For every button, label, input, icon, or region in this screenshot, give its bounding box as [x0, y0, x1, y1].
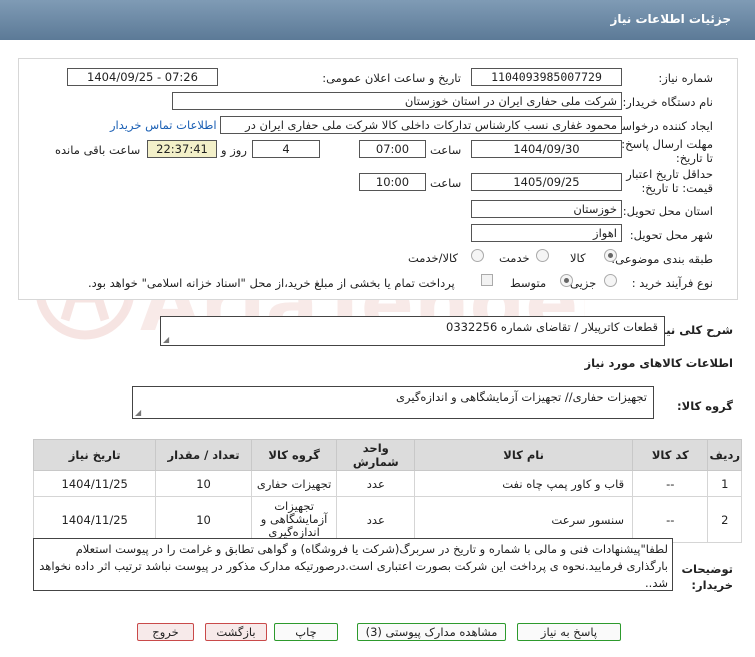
- process-option-medium: متوسط: [510, 276, 547, 290]
- cell-code: --: [632, 470, 709, 497]
- goods-group-text: تجهیزات حفاری// تجهیزات آزمایشگاهی و اند…: [396, 390, 647, 404]
- remaining-time-field[interactable]: 22:37:41: [147, 140, 217, 158]
- need-number-field[interactable]: 1104093985007729: [471, 68, 622, 86]
- cell-date: 1404/11/25: [32, 496, 157, 543]
- col-header-unit: واحد شمارش: [336, 439, 416, 471]
- resize-handle-icon[interactable]: ◢: [135, 408, 141, 417]
- summary-text: قطعات کاترپیلار / تقاضای شماره 0332256: [446, 320, 658, 334]
- validity-date-field[interactable]: 1405/09/25: [471, 173, 622, 191]
- process-radio-medium[interactable]: [560, 274, 573, 287]
- table-header-row: ردیف کد کالا نام کالا واحد شمارش گروه کا…: [32, 439, 742, 471]
- process-option-minor: جزیی: [570, 276, 597, 290]
- category-option-service: خدمت: [499, 251, 530, 265]
- remaining-time-label: ساعت باقی مانده: [55, 143, 141, 157]
- cell-name: قاب و کاور پمپ چاه نفت: [414, 470, 634, 497]
- page-title-bar: جزئیات اطلاعات نیاز: [0, 0, 755, 40]
- cell-code: --: [632, 496, 709, 543]
- view-attachments-button[interactable]: مشاهده مدارک پیوستی (3): [357, 623, 506, 641]
- buyer-notes-textbox[interactable]: لطفا"پیشنهادات فنی و مالی با شماره و تار…: [33, 538, 673, 591]
- province-label: استان محل تحویل:: [622, 204, 713, 218]
- buyer-org-label: نام دستگاه خریدار:: [622, 95, 713, 109]
- treasury-payment-checkbox[interactable]: [481, 274, 493, 286]
- goods-group-textbox[interactable]: تجهیزات حفاری// تجهیزات آزمایشگاهی و اند…: [132, 386, 654, 419]
- reply-time-field[interactable]: 07:00: [359, 140, 426, 158]
- table-row[interactable]: 1 -- قاب و کاور پمپ چاه نفت عدد تجهیزات …: [32, 470, 742, 497]
- resize-handle-icon[interactable]: ◢: [163, 335, 169, 344]
- category-option-goods-service: کالا/خدمت: [408, 251, 459, 265]
- need-number-label: شماره نیاز:: [658, 71, 713, 85]
- cell-qty: 10: [155, 470, 252, 497]
- buyer-notes-text: لطفا"پیشنهادات فنی و مالی با شماره و تار…: [39, 542, 668, 590]
- page-title: جزئیات اطلاعات نیاز: [610, 12, 731, 26]
- category-radio-goods-service[interactable]: [471, 249, 484, 262]
- summary-textbox[interactable]: قطعات کاترپیلار / تقاضای شماره 0332256 ◢: [160, 316, 665, 346]
- reply-button[interactable]: پاسخ به نیاز: [517, 623, 621, 641]
- validity-time-field[interactable]: 10:00: [359, 173, 426, 191]
- back-button[interactable]: بازگشت: [205, 623, 267, 641]
- announce-datetime-field[interactable]: 1404/09/25 - 07:26: [67, 68, 218, 86]
- process-radio-minor[interactable]: [604, 274, 617, 287]
- items-table: ردیف کد کالا نام کالا واحد شمارش گروه کا…: [32, 439, 742, 543]
- buyer-org-field[interactable]: شرکت ملی حفاری ایران در استان خوزستان: [172, 92, 622, 110]
- days-remaining-field[interactable]: 4: [252, 140, 320, 158]
- col-header-index: ردیف: [707, 439, 742, 471]
- goods-group-label: گروه کالا:: [677, 399, 733, 413]
- category-option-goods: کالا: [570, 251, 586, 265]
- exit-button[interactable]: خروج: [137, 623, 194, 641]
- cell-qty: 10: [155, 496, 252, 543]
- cell-index: 1: [707, 470, 742, 497]
- announce-label: تاریخ و ساعت اعلان عمومی:: [322, 71, 461, 85]
- reply-date-field[interactable]: 1404/09/30: [471, 140, 622, 158]
- days-label: روز و: [221, 143, 247, 157]
- cell-index: 2: [707, 496, 742, 543]
- cell-unit: عدد: [336, 470, 416, 497]
- treasury-payment-note: پرداخت تمام یا بخشی از مبلغ خرید،از محل …: [88, 276, 455, 290]
- cell-date: 1404/11/25: [32, 470, 157, 497]
- reply-deadline-label: مهلت ارسال پاسخ: تا تاریخ:: [621, 137, 713, 165]
- goods-info-title: اطلاعات کالاهای مورد نیاز: [584, 356, 733, 370]
- category-radio-goods[interactable]: [604, 249, 617, 262]
- buyer-notes-label: توضیحات خریدار:: [681, 562, 734, 592]
- province-field[interactable]: خوزستان: [471, 200, 622, 218]
- col-header-group: گروه کالا: [250, 439, 338, 471]
- category-radio-service[interactable]: [536, 249, 549, 262]
- col-header-qty: تعداد / مقدار: [155, 439, 252, 471]
- process-label: نوع فرآیند خرید :: [631, 276, 713, 290]
- city-label: شهر محل تحویل:: [629, 228, 713, 242]
- col-header-code: کد کالا: [632, 439, 709, 471]
- reply-time-label: ساعت: [430, 143, 462, 157]
- cell-group: تجهیزات آزمایشگاهی و اندازه‌گیری: [250, 496, 338, 543]
- buyer-contact-link[interactable]: اطلاعات تماس خریدار: [110, 118, 217, 132]
- cell-group: تجهیزات حفاری: [250, 470, 338, 497]
- cell-unit: عدد: [336, 496, 416, 543]
- print-button[interactable]: چاپ: [274, 623, 338, 641]
- validity-time-label: ساعت: [430, 176, 462, 190]
- creator-field[interactable]: محمود غفاری نسب کارشناس تدارکات داخلی کا…: [220, 116, 622, 134]
- table-row[interactable]: 2 -- سنسور سرعت عدد تجهیزات آزمایشگاهی و…: [32, 496, 742, 543]
- col-header-date: تاریخ نیاز: [32, 439, 157, 471]
- category-label: طبقه بندی موضوعی:: [611, 252, 713, 266]
- creator-label: ایجاد کننده درخواست:: [607, 119, 713, 133]
- cell-name: سنسور سرعت: [414, 496, 634, 543]
- city-field[interactable]: اهواز: [471, 224, 622, 242]
- col-header-name: نام کالا: [414, 439, 634, 471]
